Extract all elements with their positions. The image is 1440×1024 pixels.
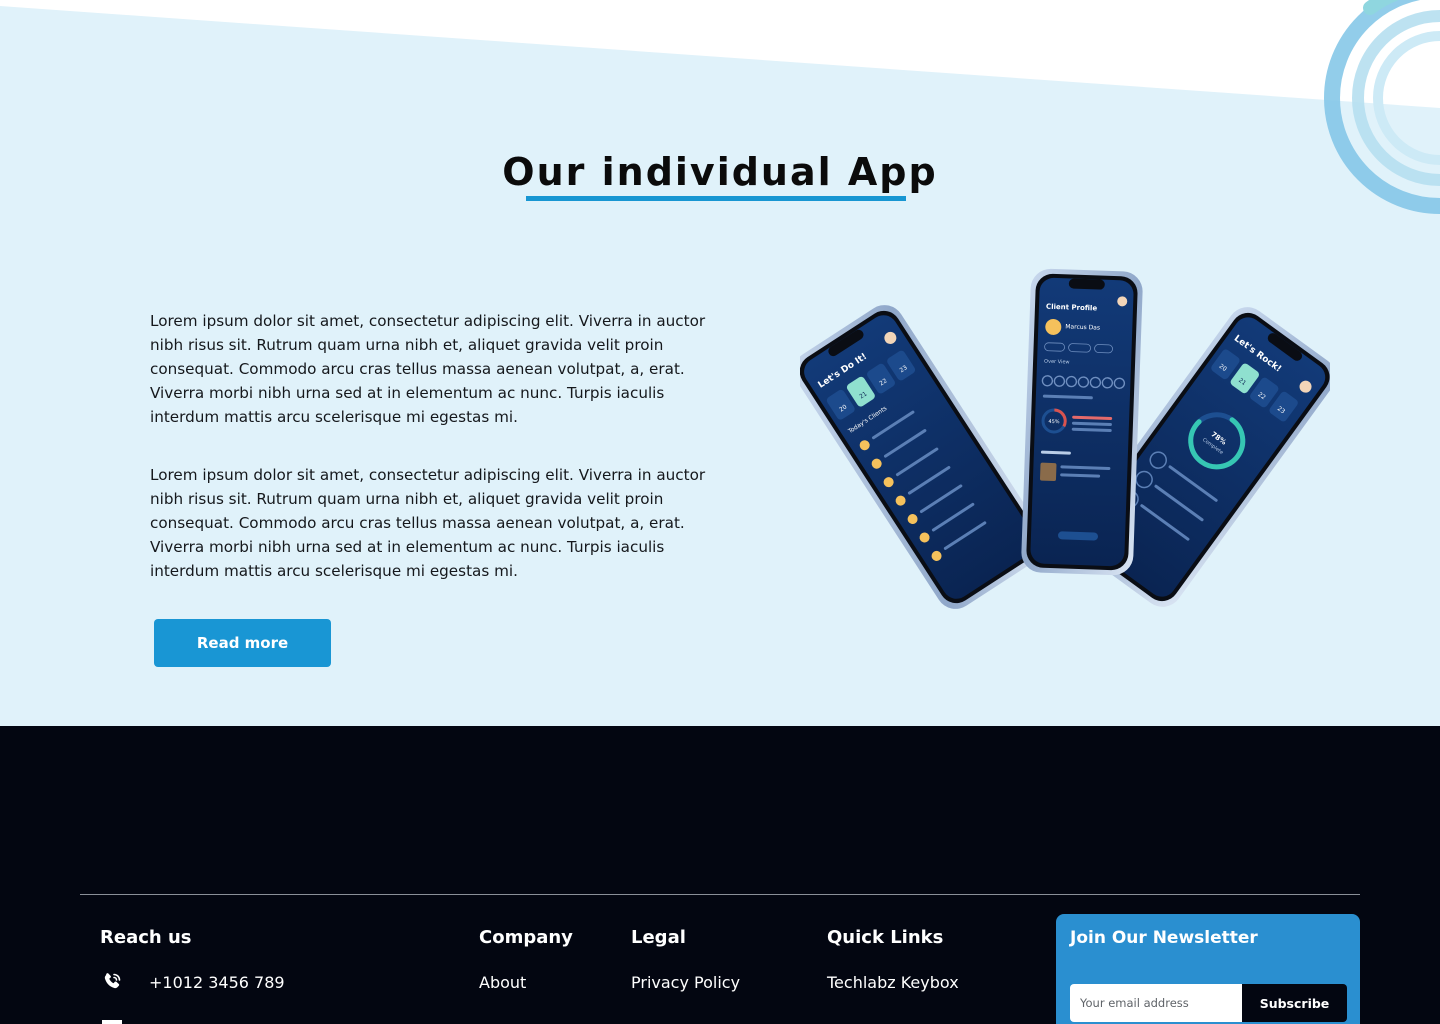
- phone-call-icon: [104, 973, 121, 989]
- reach-us-heading: Reach us: [100, 927, 192, 948]
- quick-links-heading: Quick Links: [827, 927, 944, 948]
- newsletter-email-input[interactable]: [1070, 984, 1242, 1022]
- footer-link-privacy-policy[interactable]: Privacy Policy: [631, 973, 740, 992]
- phone-center: Client Profile Marcus Das Over View 45%: [1021, 268, 1143, 576]
- company-heading: Company: [479, 927, 573, 948]
- read-more-button[interactable]: Read more: [154, 619, 331, 667]
- app-phone-mockups: Let's Do It! 20 21 22 23 Today's Clients: [800, 268, 1330, 609]
- title-underline: [526, 196, 906, 201]
- footer-divider: [80, 894, 1360, 895]
- footer-link-about[interactable]: About: [479, 973, 526, 992]
- newsletter-box: Join Our Newsletter Subscribe: [1056, 914, 1360, 1024]
- newsletter-heading: Join Our Newsletter: [1070, 928, 1258, 948]
- phone-center-overview: Over View: [1044, 359, 1070, 366]
- top-white-wedge: [0, 0, 1440, 108]
- phone-center-client-name: Marcus Das: [1065, 323, 1100, 331]
- footer-phone-link[interactable]: +1012 3456 789: [149, 973, 285, 992]
- mail-icon: [102, 1020, 122, 1024]
- app-section: Our individual App Lorem ipsum dolor sit…: [0, 0, 1440, 726]
- site-footer: Reach us +1012 3456 789 Company About Le…: [0, 726, 1440, 1024]
- footer-link-techlabz-keybox[interactable]: Techlabz Keybox: [827, 973, 959, 992]
- section-title: Our individual App: [502, 150, 938, 194]
- intro-paragraph-1: Lorem ipsum dolor sit amet, consectetur …: [150, 312, 706, 426]
- phone-center-stat-value: 45%: [1048, 419, 1060, 425]
- decorative-rings-icon: [1324, 0, 1440, 214]
- subscribe-button[interactable]: Subscribe: [1242, 984, 1347, 1022]
- legal-heading: Legal: [631, 927, 686, 948]
- intro-paragraph-2: Lorem ipsum dolor sit amet, consectetur …: [150, 466, 706, 580]
- phone-left: Let's Do It! 20 21 22 23 Today's Clients: [800, 305, 1047, 609]
